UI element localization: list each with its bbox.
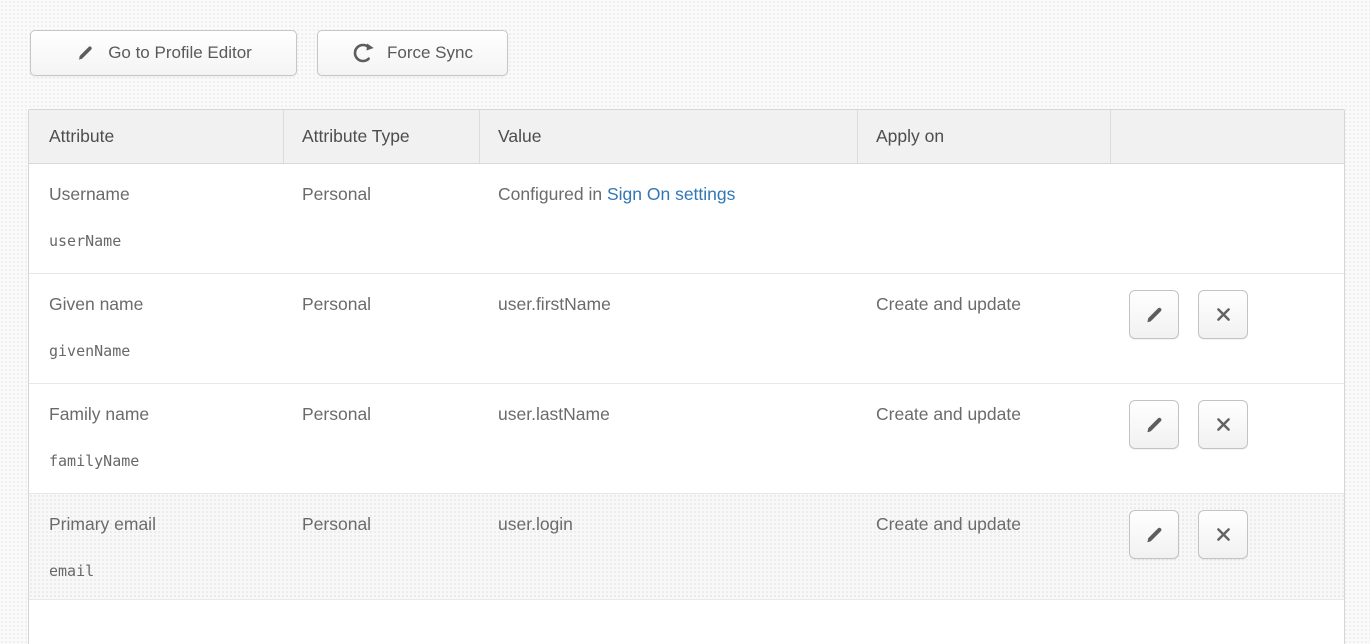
attribute-label: Primary email bbox=[49, 514, 284, 535]
attribute-type-cell: Personal bbox=[284, 274, 480, 383]
delete-attribute-button[interactable] bbox=[1198, 510, 1248, 559]
apply-on-cell bbox=[858, 164, 1111, 273]
attribute-type-cell: Personal bbox=[284, 384, 480, 493]
x-icon bbox=[1213, 304, 1234, 325]
value-cell: user.lastName bbox=[480, 384, 858, 493]
attribute-variable-name: familyName bbox=[49, 452, 284, 470]
table-row-given-name: Given name givenName Personal user.first… bbox=[29, 274, 1344, 384]
actions-cell bbox=[1111, 164, 1344, 273]
column-header-attribute: Attribute bbox=[29, 110, 284, 163]
force-sync-label: Force Sync bbox=[387, 43, 473, 63]
column-header-apply-on: Apply on bbox=[858, 110, 1111, 163]
edit-attribute-button[interactable] bbox=[1129, 400, 1179, 449]
edit-attribute-button[interactable] bbox=[1129, 290, 1179, 339]
apply-on-cell: Create and update bbox=[858, 494, 1111, 599]
sign-on-settings-link[interactable]: Sign On settings bbox=[607, 184, 735, 204]
value-cell: user.firstName bbox=[480, 274, 858, 383]
pencil-icon bbox=[1143, 304, 1165, 326]
refresh-icon bbox=[352, 42, 374, 64]
attribute-label: Family name bbox=[49, 404, 284, 425]
delete-attribute-button[interactable] bbox=[1198, 290, 1248, 339]
attribute-label: Username bbox=[49, 184, 284, 205]
x-icon bbox=[1213, 414, 1234, 435]
attribute-variable-name: email bbox=[49, 562, 284, 580]
attribute-mappings-table: Attribute Attribute Type Value Apply on … bbox=[28, 109, 1345, 644]
table-row-partial bbox=[29, 600, 1344, 639]
attribute-type-cell: Personal bbox=[284, 164, 480, 273]
column-header-actions bbox=[1111, 110, 1344, 163]
value-cell: Configured in Sign On settings bbox=[480, 164, 858, 273]
actions-cell bbox=[1111, 384, 1344, 493]
apply-on-cell: Create and update bbox=[858, 384, 1111, 493]
table-row-family-name: Family name familyName Personal user.las… bbox=[29, 384, 1344, 494]
pencil-icon bbox=[1143, 524, 1165, 546]
go-to-profile-editor-label: Go to Profile Editor bbox=[108, 43, 252, 63]
attribute-type-cell: Personal bbox=[284, 494, 480, 599]
force-sync-button[interactable]: Force Sync bbox=[317, 30, 508, 76]
column-header-value: Value bbox=[480, 110, 858, 163]
pencil-icon bbox=[75, 43, 95, 63]
x-icon bbox=[1213, 524, 1234, 545]
attribute-cell: Given name givenName bbox=[29, 274, 284, 383]
actions-cell bbox=[1111, 274, 1344, 383]
attribute-cell: Username userName bbox=[29, 164, 284, 273]
table-row-primary-email: Primary email email Personal user.login … bbox=[29, 494, 1344, 600]
attribute-variable-name: userName bbox=[49, 232, 284, 250]
go-to-profile-editor-button[interactable]: Go to Profile Editor bbox=[30, 30, 297, 76]
attribute-label: Given name bbox=[49, 294, 284, 315]
table-header-row: Attribute Attribute Type Value Apply on bbox=[29, 110, 1344, 164]
pencil-icon bbox=[1143, 414, 1165, 436]
column-header-attribute-type: Attribute Type bbox=[284, 110, 480, 163]
actions-cell bbox=[1111, 494, 1344, 599]
table-row-username: Username userName Personal Configured in… bbox=[29, 164, 1344, 274]
value-cell: user.login bbox=[480, 494, 858, 599]
attribute-cell: Family name familyName bbox=[29, 384, 284, 493]
apply-on-cell: Create and update bbox=[858, 274, 1111, 383]
edit-attribute-button[interactable] bbox=[1129, 510, 1179, 559]
attribute-cell: Primary email email bbox=[29, 494, 284, 599]
delete-attribute-button[interactable] bbox=[1198, 400, 1248, 449]
value-text: Configured in bbox=[498, 184, 607, 204]
attribute-variable-name: givenName bbox=[49, 342, 284, 360]
